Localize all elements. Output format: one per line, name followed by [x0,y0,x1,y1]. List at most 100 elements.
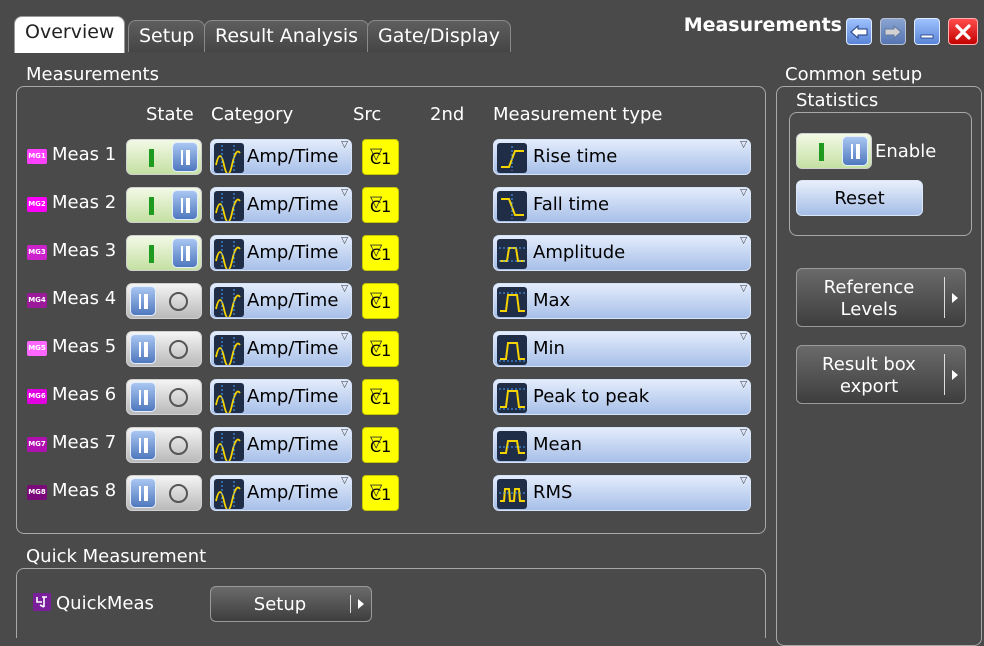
dropdown-arrow-icon: ▽ [370,384,383,403]
measurement-type-dropdown[interactable]: Rise time ▽ [493,139,751,175]
arrow-right-icon [952,369,958,380]
arrow-right-icon [952,292,958,303]
minimize-button[interactable] [914,18,940,45]
minimize-icon [920,34,934,38]
quickmeas-setup-button[interactable]: Setup [210,586,372,622]
off-indicator [169,436,188,455]
arrow-right-icon [884,24,902,39]
back-button[interactable] [846,18,872,45]
tab-setup-label: Setup [139,25,195,47]
amp-time-icon [214,479,244,509]
dropdown-arrow-icon: ▽ [370,336,383,355]
measurement-state-toggle[interactable] [126,475,202,511]
source-selector[interactable]: C1 ▽ [362,379,399,415]
measurement-type-value: Rise time [533,146,618,167]
result-box-label-line1: Result box [822,354,916,375]
category-dropdown[interactable]: Amp/Time ▽ [210,187,352,223]
toggle-knob [130,334,156,364]
measurement-type-dropdown[interactable]: Peak to peak ▽ [493,379,751,415]
measurement-label: Meas 2 [52,192,117,213]
statistics-enable-toggle[interactable] [796,133,872,169]
tab-gate-display[interactable]: Gate/Display [367,20,511,52]
category-value: Amp/Time [247,290,339,311]
category-dropdown[interactable]: Amp/Time ▽ [210,283,352,319]
category-dropdown[interactable]: Amp/Time ▽ [210,475,352,511]
measurement-state-toggle[interactable] [126,187,202,223]
measurement-state-toggle[interactable] [126,331,202,367]
reset-label: Reset [834,188,885,209]
category-value: Amp/Time [247,242,339,263]
waveform-icon [497,239,527,269]
measurement-type-dropdown[interactable]: Fall time ▽ [493,187,751,223]
forward-button[interactable] [880,18,906,45]
tab-overview[interactable]: Overview [14,16,126,53]
waveform-icon [497,287,527,317]
source-selector[interactable]: C1 ▽ [362,427,399,463]
src-header: Src [353,104,382,125]
source-selector[interactable]: C1 ▽ [362,235,399,271]
tab-bar: Overview Setup Result Analysis Gate/Disp… [0,0,984,53]
amp-time-icon [214,383,244,413]
measurement-row: MG1 Meas 1 Amp/Time ▽ C1 ▽ Rise time ▽ [0,139,760,179]
quick-measurement-title: Quick Measurement [26,546,207,567]
button-separator [350,595,351,613]
category-value: Amp/Time [247,386,339,407]
dropdown-arrow-icon: ▽ [740,188,747,198]
dropdown-arrow-icon: ▽ [370,432,383,451]
category-dropdown[interactable]: Amp/Time ▽ [210,139,352,175]
source-selector[interactable]: C1 ▽ [362,331,399,367]
amp-time-icon [214,431,244,461]
measurement-type-dropdown[interactable]: Mean ▽ [493,427,751,463]
source-selector[interactable]: C1 ▽ [362,475,399,511]
dropdown-arrow-icon: ▽ [341,428,348,438]
measurement-state-toggle[interactable] [126,379,202,415]
dropdown-arrow-icon: ▽ [341,188,348,198]
measurement-type-dropdown[interactable]: Min ▽ [493,331,751,367]
window-title: Measurements [683,14,842,36]
toggle-knob [130,286,156,316]
dropdown-arrow-icon: ▽ [341,236,348,246]
statistics-panel [789,112,972,236]
quickmeas-icon [33,593,51,611]
dropdown-arrow-icon: ▽ [740,236,747,246]
tab-setup[interactable]: Setup [128,20,206,52]
tab-overview-label: Overview [25,21,115,43]
measurement-group-icon: MG1 [27,149,47,164]
statistics-title: Statistics [796,90,879,111]
result-box-export-button[interactable]: Result box export [796,345,966,404]
on-indicator [149,245,154,263]
dropdown-arrow-icon: ▽ [370,288,383,307]
button-separator [944,354,945,395]
measurement-state-toggle[interactable] [126,427,202,463]
category-value: Amp/Time [247,434,339,455]
category-dropdown[interactable]: Amp/Time ▽ [210,427,352,463]
off-indicator [169,340,188,359]
statistics-reset-button[interactable]: Reset [796,180,923,216]
measurement-type-dropdown[interactable]: Max ▽ [493,283,751,319]
measurement-type-value: Peak to peak [533,386,650,407]
waveform-icon [497,431,527,461]
measurement-type-dropdown[interactable]: RMS ▽ [493,475,751,511]
category-dropdown[interactable]: Amp/Time ▽ [210,331,352,367]
measurement-state-toggle[interactable] [126,139,202,175]
measurement-row: MG2 Meas 2 Amp/Time ▽ C1 ▽ Fall time ▽ [0,187,760,227]
dropdown-arrow-icon: ▽ [740,284,747,294]
amp-time-icon [214,335,244,365]
measurement-group-icon: MG8 [27,485,47,500]
amp-time-icon [214,191,244,221]
toggle-knob [130,478,156,508]
source-selector[interactable]: C1 ▽ [362,187,399,223]
tab-result-analysis[interactable]: Result Analysis [204,20,370,52]
source-selector[interactable]: C1 ▽ [362,139,399,175]
category-dropdown[interactable]: Amp/Time ▽ [210,379,352,415]
measurement-group-icon: MG6 [27,389,47,404]
measurement-type-dropdown[interactable]: Amplitude ▽ [493,235,751,271]
reference-levels-button[interactable]: Reference Levels [796,268,966,327]
source-selector[interactable]: C1 ▽ [362,283,399,319]
measurement-state-toggle[interactable] [126,235,202,271]
category-dropdown[interactable]: Amp/Time ▽ [210,235,352,271]
measurement-row: MG8 Meas 8 Amp/Time ▽ C1 ▽ RMS ▽ [0,475,760,515]
close-button[interactable] [948,18,978,45]
measurement-state-toggle[interactable] [126,283,202,319]
toggle-knob [842,136,868,166]
